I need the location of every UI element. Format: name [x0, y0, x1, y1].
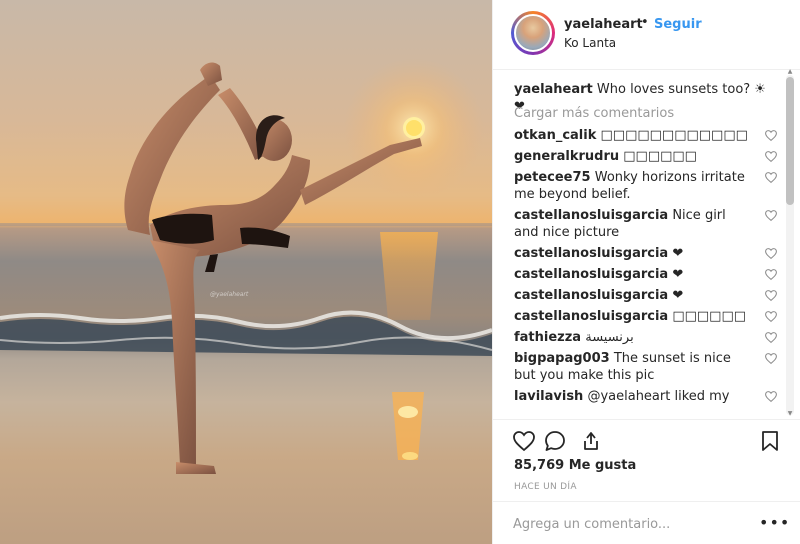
comment-row: bigpapag003 The sunset is nice but you m…: [514, 350, 778, 384]
comment-text: □□□□□□: [672, 309, 747, 324]
comment-text: برنسيسة: [585, 330, 634, 345]
comment-text: ❤: [672, 267, 684, 282]
comment-username[interactable]: lavilavish: [514, 389, 583, 404]
comment-username[interactable]: otkan_calik: [514, 128, 596, 143]
comment-like-heart-icon[interactable]: [764, 171, 778, 184]
post-header: yaelaheart • Seguir Ko Lanta: [493, 0, 800, 70]
comment-username[interactable]: castellanosluisgarcia: [514, 246, 668, 261]
comment-username[interactable]: petecee75: [514, 170, 591, 185]
comment-username[interactable]: castellanosluisgarcia: [514, 208, 668, 223]
comment-row: castellanosluisgarcia ❤: [514, 245, 778, 262]
add-comment-bar: •••: [493, 501, 800, 544]
comment-username[interactable]: generalkrudru: [514, 149, 619, 164]
comment-row: otkan_calik □□□□□□□□□□□□: [514, 127, 778, 144]
comment-username[interactable]: fathiezza: [514, 330, 581, 345]
comment-row: petecee75 Wonky horizons irritate me bey…: [514, 169, 778, 203]
comment-like-heart-icon[interactable]: [764, 150, 778, 163]
comment-like-heart-icon[interactable]: [764, 289, 778, 302]
comment-row: castellanosluisgarcia □□□□□□: [514, 308, 778, 325]
more-options-icon[interactable]: •••: [759, 514, 789, 534]
comment-row: lavilavish @yaelaheart liked my: [514, 388, 778, 405]
comment-row: castellanosluisgarcia ❤: [514, 266, 778, 283]
story-ring[interactable]: [511, 11, 555, 55]
comment-username[interactable]: bigpapag003: [514, 351, 610, 366]
location-link[interactable]: Ko Lanta: [564, 36, 616, 50]
comment-row: castellanosluisgarcia ❤: [514, 287, 778, 304]
bookmark-icon[interactable]: [758, 429, 782, 453]
likes-count[interactable]: 85,769 Me gusta: [514, 458, 636, 473]
comment-row: castellanosluisgarcia Nice girl and nice…: [514, 207, 778, 241]
scroll-down-arrow-icon[interactable]: ▼: [786, 411, 794, 417]
post-side-panel: yaelaheart • Seguir Ko Lanta yaelaheart …: [492, 0, 800, 544]
add-comment-input[interactable]: [513, 514, 753, 534]
sunset-yoga-illustration: [0, 58, 492, 474]
comment-username[interactable]: castellanosluisgarcia: [514, 309, 668, 324]
scrollbar-thumb[interactable]: [786, 77, 794, 205]
header-separator: •: [641, 15, 649, 30]
post-timestamp[interactable]: HACE UN DÍA: [514, 482, 577, 492]
comment-row: fathiezza برنسيسة: [514, 329, 778, 346]
comment-like-heart-icon[interactable]: [764, 331, 778, 344]
comment-text: @yaelaheart liked my: [587, 389, 730, 404]
comment-like-heart-icon[interactable]: [764, 352, 778, 365]
post-photo[interactable]: @yaelaheart: [0, 0, 492, 544]
comment-list: otkan_calik □□□□□□□□□□□□ generalkrudru □□…: [514, 127, 778, 409]
comments-scrollbar[interactable]: ▲ ▼: [783, 69, 797, 419]
scroll-up-arrow-icon[interactable]: ▲: [786, 69, 794, 75]
instagram-post: @yaelaheart yaelaheart • Seguir Ko Lanta…: [0, 0, 800, 544]
follow-button[interactable]: Seguir: [654, 17, 702, 32]
author-username[interactable]: yaelaheart: [564, 17, 643, 32]
photo-watermark: @yaelaheart: [210, 291, 249, 298]
comment-like-heart-icon[interactable]: [764, 268, 778, 281]
comment-row: generalkrudru □□□□□□: [514, 148, 778, 165]
comment-like-heart-icon[interactable]: [764, 390, 778, 403]
avatar[interactable]: [514, 14, 552, 52]
heart-icon[interactable]: [512, 429, 536, 453]
comment-like-heart-icon[interactable]: [764, 310, 778, 323]
comment-text: □□□□□□: [623, 149, 697, 164]
action-bar: [493, 419, 800, 459]
comment-like-heart-icon[interactable]: [764, 129, 778, 142]
comment-username[interactable]: castellanosluisgarcia: [514, 267, 668, 282]
share-icon[interactable]: [579, 429, 603, 453]
comment-text: □□□□□□□□□□□□: [600, 128, 748, 143]
comment-text: ❤: [672, 246, 684, 261]
comment-like-heart-icon[interactable]: [764, 247, 778, 260]
comment-username[interactable]: castellanosluisgarcia: [514, 288, 668, 303]
comment-like-heart-icon[interactable]: [764, 209, 778, 222]
load-more-comments-button[interactable]: Cargar más comentarios: [514, 106, 674, 121]
comment-bubble-icon[interactable]: [543, 429, 567, 453]
comments-section[interactable]: yaelaheart Who loves sunsets too? ☀ ❤ Ca…: [493, 71, 800, 419]
comment-text: ❤: [672, 288, 684, 303]
caption-username[interactable]: yaelaheart: [514, 82, 593, 97]
